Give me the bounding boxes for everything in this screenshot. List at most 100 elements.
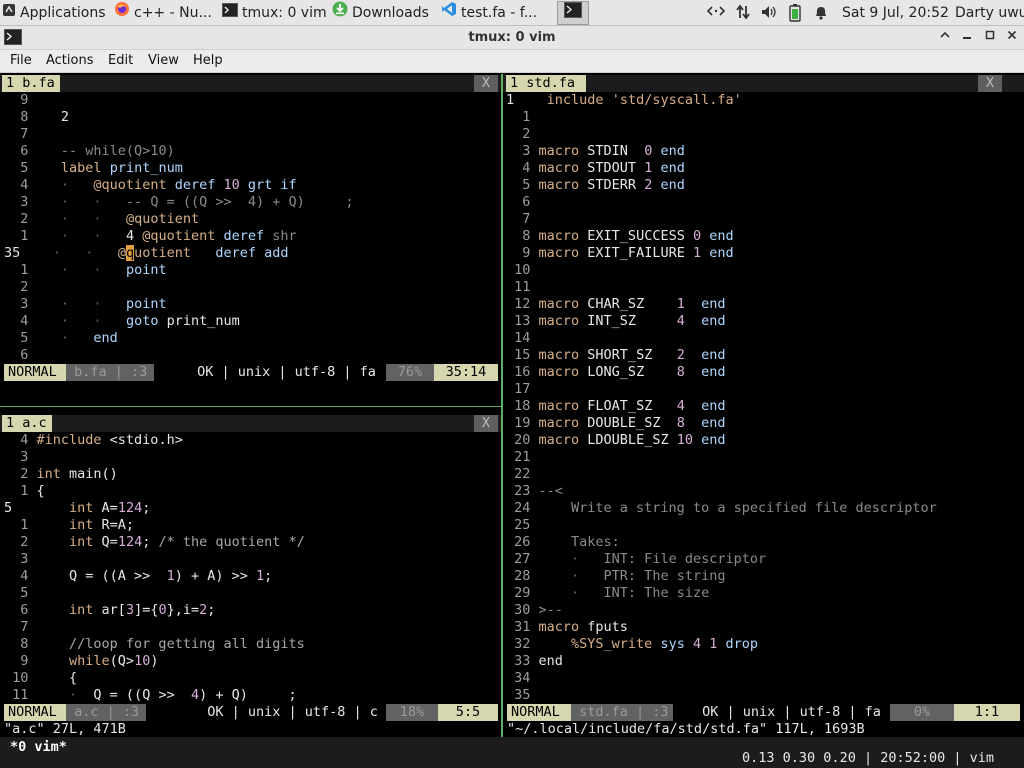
tab-b-fa[interactable]: 1 b.fa (2, 75, 60, 92)
code-line[interactable]: 4 macro STDOUT 1 end (506, 160, 1022, 177)
taskbar-item-tmux[interactable]: tmux: 0 vim (222, 1, 328, 25)
code-line[interactable]: 16 macro LONG_SZ 8 end (506, 364, 1022, 381)
code-line[interactable]: 26 Takes: (506, 534, 1022, 551)
code-line[interactable]: 15 macro SHORT_SZ 2 end (506, 347, 1022, 364)
tmux-window-name[interactable]: *0 vim* (10, 739, 67, 756)
battery-icon[interactable] (786, 4, 804, 22)
code-line[interactable]: 9 (4, 92, 499, 109)
code-line[interactable]: 17 (506, 381, 1022, 398)
code-line[interactable]: 1 · · point (4, 262, 499, 279)
code-line[interactable]: 7 (506, 211, 1022, 228)
close-tab-button[interactable]: X (978, 75, 1002, 92)
code-line[interactable]: 5 (4, 585, 499, 602)
code-line[interactable]: 1 · · 4 @quotient deref shr (4, 228, 499, 245)
code-line[interactable]: 6 (4, 347, 499, 364)
code-line[interactable]: 2 · · @quotient (4, 211, 499, 228)
code-line[interactable]: 35 · · @quotient deref add (4, 245, 499, 262)
code-line[interactable]: 5 int A=124; (4, 500, 499, 517)
code-line[interactable]: 3 (4, 449, 499, 466)
code-line[interactable]: 2 int main() (4, 466, 499, 483)
taskbar-item-firefox[interactable]: c++ - Nu... (114, 1, 218, 25)
code-line[interactable]: 23 --< (506, 483, 1022, 500)
menu-actions[interactable]: Actions (46, 50, 94, 72)
code-line[interactable]: 24 Write a string to a specified file de… (506, 500, 1022, 517)
code-line[interactable]: 8 //loop for getting all digits (4, 636, 499, 653)
menu-help[interactable]: Help (193, 50, 223, 72)
menu-file[interactable]: File (10, 50, 32, 72)
maximize-button[interactable] (981, 29, 999, 47)
code-line[interactable]: 11 · Q = ((Q >> 4) + Q) ; (4, 687, 499, 704)
terminal-area[interactable]: 1 b.fa X 9 8 2 7 6 -- while(Q>10) 5 labe… (0, 74, 1024, 768)
code-line[interactable]: 35 (506, 687, 1022, 704)
code-line[interactable]: 28 · PTR: The string (506, 568, 1022, 585)
code-line[interactable]: 12 macro CHAR_SZ 1 end (506, 296, 1022, 313)
code-line[interactable]: 31 macro fputs (506, 619, 1022, 636)
code-line[interactable]: 34 (506, 670, 1022, 687)
code-line[interactable]: 5 macro STDERR 2 end (506, 177, 1022, 194)
code-line[interactable]: 4 · · goto print_num (4, 313, 499, 330)
horizontal-pane-divider[interactable] (0, 406, 501, 407)
code-line[interactable]: 18 macro FLOAT_SZ 4 end (506, 398, 1022, 415)
code-line[interactable]: 3 macro STDIN 0 end (506, 143, 1022, 160)
code-line[interactable]: 4 Q = ((A >> 1) + A) >> 1; (4, 568, 499, 585)
code-line[interactable]: 6 -- while(Q>10) (4, 143, 499, 160)
code-line[interactable]: 10 { (4, 670, 499, 687)
code-line[interactable]: 2 (4, 279, 499, 296)
code-line[interactable]: 1 int R=A; (4, 517, 499, 534)
code-line[interactable]: 30 >-- (506, 602, 1022, 619)
close-button[interactable] (1003, 29, 1021, 47)
clock[interactable]: Sat 9 Jul, 20:52 (842, 0, 949, 26)
code-line[interactable]: 4 #include <stdio.h> (4, 432, 499, 449)
code-line[interactable]: 1 include 'std/syscall.fa' (506, 92, 1022, 109)
collapse-button[interactable] (936, 29, 954, 47)
code-line[interactable]: 6 int ar[3]={0},i=2; (4, 602, 499, 619)
code-line[interactable]: 25 (506, 517, 1022, 534)
tab-a-c[interactable]: 1 a.c (2, 415, 52, 432)
code-line[interactable]: 1 (506, 109, 1022, 126)
code-line[interactable]: 9 while(Q>10) (4, 653, 499, 670)
code-line[interactable]: 1 { (4, 483, 499, 500)
code-line[interactable]: 5 · end (4, 330, 499, 347)
taskbar-item-downloads[interactable]: Downloads (332, 1, 436, 25)
vertical-pane-divider[interactable] (501, 74, 503, 737)
code-line[interactable]: 21 (506, 449, 1022, 466)
code-line[interactable]: 19 macro DOUBLE_SZ 8 end (506, 415, 1022, 432)
code-line[interactable]: 22 (506, 466, 1022, 483)
code-line[interactable]: 11 (506, 279, 1022, 296)
user-name[interactable]: Darty uwu (955, 0, 1024, 26)
close-tab-button[interactable]: X (474, 75, 498, 92)
code-line[interactable]: 33 end (506, 653, 1022, 670)
code-line[interactable]: 9 macro EXIT_FAILURE 1 end (506, 245, 1022, 262)
notification-bell-icon[interactable] (811, 4, 831, 22)
code-line[interactable]: 3 (4, 551, 499, 568)
code-line[interactable]: 2 int Q=124; /* the quotient */ (4, 534, 499, 551)
code-line[interactable]: 6 (506, 194, 1022, 211)
code-line[interactable]: 7 (4, 619, 499, 636)
code-line[interactable]: 3 · · -- Q = ((Q >> 4) + Q) ; (4, 194, 499, 211)
code-line[interactable]: 20 macro LDOUBLE_SZ 10 end (506, 432, 1022, 449)
code-line[interactable]: 7 (4, 126, 499, 143)
code-line[interactable]: 5 label print_num (4, 160, 499, 177)
code-line[interactable]: 4 · @quotient deref 10 grt if (4, 177, 499, 194)
close-tab-button[interactable]: X (474, 415, 498, 432)
menu-view[interactable]: View (148, 50, 179, 72)
code-line[interactable]: 10 (506, 262, 1022, 279)
code-line[interactable]: 8 macro EXIT_SUCCESS 0 end (506, 228, 1022, 245)
code-line[interactable]: 14 (506, 330, 1022, 347)
taskbar-applications-menu[interactable]: Applications (2, 1, 110, 25)
code-line[interactable]: 8 2 (4, 109, 499, 126)
menu-edit[interactable]: Edit (108, 50, 133, 72)
code-line[interactable]: 32 %SYS_write sys 4 1 drop (506, 636, 1022, 653)
code-line[interactable]: 3 · · point (4, 296, 499, 313)
network-transfer-icon[interactable] (733, 4, 753, 22)
volume-icon[interactable] (759, 4, 779, 22)
code-line[interactable]: 2 (506, 126, 1022, 143)
code-line[interactable]: 29 · INT: The size (506, 585, 1022, 602)
tab-std-fa[interactable]: 1 std.fa (506, 75, 586, 92)
minimize-button[interactable] (958, 29, 976, 47)
code-icon[interactable] (706, 4, 726, 22)
taskbar-item-terminal-active[interactable] (557, 1, 589, 25)
taskbar-item-vscode[interactable]: test.fa - f... (441, 1, 551, 25)
code-line[interactable]: 27 · INT: File descriptor (506, 551, 1022, 568)
code-line[interactable]: 13 macro INT_SZ 4 end (506, 313, 1022, 330)
